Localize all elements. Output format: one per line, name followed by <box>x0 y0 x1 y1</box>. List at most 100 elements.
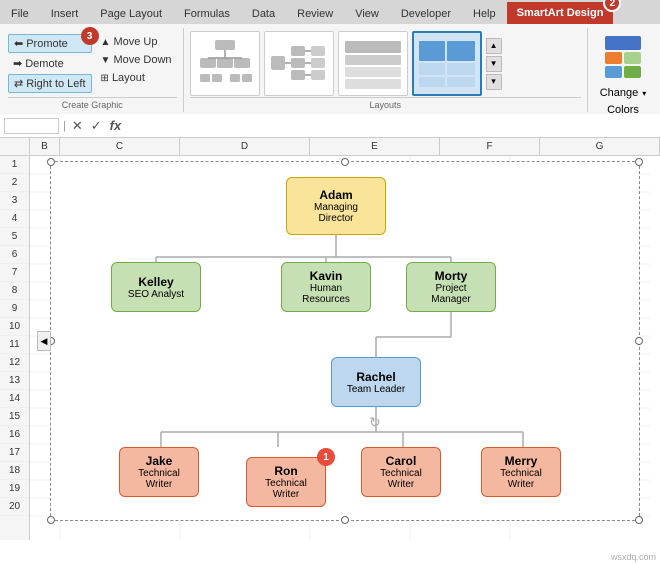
move-up-icon: ▲ <box>101 37 111 48</box>
row-18[interactable]: 18 <box>0 462 29 480</box>
ribbon-group-create-graphic: ⬅ Promote 3 ➡ Demote ⇄ Right to Left <box>2 28 184 112</box>
node-jake[interactable]: Jake TechnicalWriter <box>119 447 199 497</box>
row-9[interactable]: 9 <box>0 300 29 318</box>
corner-cell <box>0 138 30 155</box>
row-17[interactable]: 17 <box>0 444 29 462</box>
row-15[interactable]: 15 <box>0 408 29 426</box>
move-down-icon: ▼ <box>101 55 111 66</box>
col-header-c[interactable]: C <box>60 138 180 155</box>
demote-icon: ➡ <box>13 57 22 70</box>
node-carol[interactable]: Carol TechnicalWriter <box>361 447 441 497</box>
promote-icon: ⬅ <box>14 37 23 50</box>
column-headers: B C D E F G <box>0 138 660 156</box>
create-graphic-label: Create Graphic <box>8 97 177 110</box>
cells-area: ↻ Adam ManagingDirector Kelley SEO Analy… <box>30 156 660 540</box>
row-2[interactable]: 2 <box>0 174 29 192</box>
row-12[interactable]: 12 <box>0 354 29 372</box>
col-header-g[interactable]: G <box>540 138 660 155</box>
create-graphic-controls: ⬅ Promote 3 ➡ Demote ⇄ Right to Left <box>8 30 177 97</box>
tab-help[interactable]: Help <box>462 2 507 24</box>
row-1[interactable]: 1 <box>0 156 29 174</box>
formula-bar: | ✕ ✓ fx <box>0 114 660 138</box>
formula-icons: ✕ ✓ fx <box>70 118 123 134</box>
node-morty[interactable]: Morty ProjectManager <box>406 262 496 312</box>
smartart-diagram[interactable]: ↻ Adam ManagingDirector Kelley SEO Analy… <box>50 161 640 521</box>
row-3[interactable]: 3 <box>0 192 29 210</box>
ribbon-tabs: File Insert Page Layout Formulas Data Re… <box>0 0 660 24</box>
rtl-icon: ⇄ <box>14 77 23 90</box>
callout-badge-2: 2 <box>603 0 621 12</box>
col-header-e[interactable]: E <box>310 138 440 155</box>
tab-file[interactable]: File <box>0 2 40 24</box>
tab-formulas[interactable]: Formulas <box>173 2 241 24</box>
row-11[interactable]: 11 <box>0 336 29 354</box>
row-7[interactable]: 7 <box>0 264 29 282</box>
smartart-inner: ↻ Adam ManagingDirector Kelley SEO Analy… <box>51 162 639 520</box>
tab-smartart-design[interactable]: SmartArt Design 2 <box>507 2 614 24</box>
confirm-icon[interactable]: ✓ <box>89 118 104 134</box>
layout-thumb-2[interactable] <box>264 31 334 96</box>
tab-review[interactable]: Review <box>286 2 344 24</box>
row-5[interactable]: 5 <box>0 228 29 246</box>
layout-icon: ⊞ <box>101 73 109 84</box>
spreadsheet: B C D E F G 1 2 3 4 5 6 7 8 9 10 11 12 1… <box>0 138 660 540</box>
change-colors-button[interactable]: Change ▾ Colors <box>600 32 647 116</box>
row-14[interactable]: 14 <box>0 390 29 408</box>
ribbon-group-layouts: ▲ ▼ ▾ Layouts <box>184 28 588 112</box>
watermark: wsxdq.com <box>611 552 656 562</box>
layout-thumbnails <box>190 31 482 96</box>
col-header-f[interactable]: F <box>440 138 540 155</box>
layouts-content: ▲ ▼ ▾ <box>190 30 581 97</box>
col-header-d[interactable]: D <box>180 138 310 155</box>
node-rachel[interactable]: Rachel Team Leader <box>331 357 421 407</box>
node-kavin[interactable]: Kavin HumanResources <box>281 262 371 312</box>
col-header-b[interactable]: B <box>30 138 60 155</box>
node-ron[interactable]: Ron TechnicalWriter 1 <box>246 457 326 507</box>
scroll-down-arrow[interactable]: ▼ <box>486 56 502 72</box>
demote-button[interactable]: ➡ Demote <box>8 55 92 72</box>
tab-view[interactable]: View <box>344 2 390 24</box>
row-19[interactable]: 19 <box>0 480 29 498</box>
layout-thumb-4[interactable] <box>412 31 482 96</box>
right-to-left-button[interactable]: ⇄ Right to Left <box>8 74 92 93</box>
ribbon: ⬅ Promote 3 ➡ Demote ⇄ Right to Left <box>0 24 660 114</box>
sheet-body: 1 2 3 4 5 6 7 8 9 10 11 12 13 14 15 16 1… <box>0 156 660 540</box>
tab-page-layout[interactable]: Page Layout <box>89 2 173 24</box>
layout-thumb-3[interactable] <box>338 31 408 96</box>
row-16[interactable]: 16 <box>0 426 29 444</box>
ribbon-group-colors: Change ▾ Colors <box>588 28 658 112</box>
formula-input[interactable] <box>127 120 656 132</box>
colors-dropdown-icon: ▾ <box>642 89 646 98</box>
callout-badge-1: 1 <box>317 448 335 466</box>
node-merry[interactable]: Merry TechnicalWriter <box>481 447 561 497</box>
tab-insert[interactable]: Insert <box>40 2 90 24</box>
collapse-left-arrow[interactable]: ◀ <box>37 331 51 351</box>
layout-scroll[interactable]: ▲ ▼ ▾ <box>486 38 502 90</box>
tab-data[interactable]: Data <box>241 2 286 24</box>
svg-text:↻: ↻ <box>369 414 381 430</box>
row-6[interactable]: 6 <box>0 246 29 264</box>
move-up-button[interactable]: ▲ Move Up <box>96 34 177 50</box>
cancel-icon[interactable]: ✕ <box>70 118 85 134</box>
layouts-label: Layouts <box>190 97 581 110</box>
layout-button[interactable]: ⊞ Layout <box>96 70 177 86</box>
row-13[interactable]: 13 <box>0 372 29 390</box>
formula-separator: | <box>63 120 66 132</box>
scroll-up-arrow[interactable]: ▲ <box>486 38 502 54</box>
tab-developer[interactable]: Developer <box>390 2 462 24</box>
node-kelley[interactable]: Kelley SEO Analyst <box>111 262 201 312</box>
node-adam[interactable]: Adam ManagingDirector <box>286 177 386 235</box>
row-headers: 1 2 3 4 5 6 7 8 9 10 11 12 13 14 15 16 1… <box>0 156 30 540</box>
row-10[interactable]: 10 <box>0 318 29 336</box>
callout-badge-3: 3 <box>81 27 99 45</box>
fx-icon[interactable]: fx <box>108 118 124 134</box>
move-down-button[interactable]: ▼ Move Down <box>96 52 177 68</box>
row-20[interactable]: 20 <box>0 498 29 516</box>
promote-button[interactable]: ⬅ Promote 3 <box>8 34 92 53</box>
name-box[interactable] <box>4 118 59 134</box>
colors-icon <box>603 32 643 82</box>
row-4[interactable]: 4 <box>0 210 29 228</box>
scroll-more-arrow[interactable]: ▾ <box>486 74 502 90</box>
row-8[interactable]: 8 <box>0 282 29 300</box>
layout-thumb-1[interactable] <box>190 31 260 96</box>
